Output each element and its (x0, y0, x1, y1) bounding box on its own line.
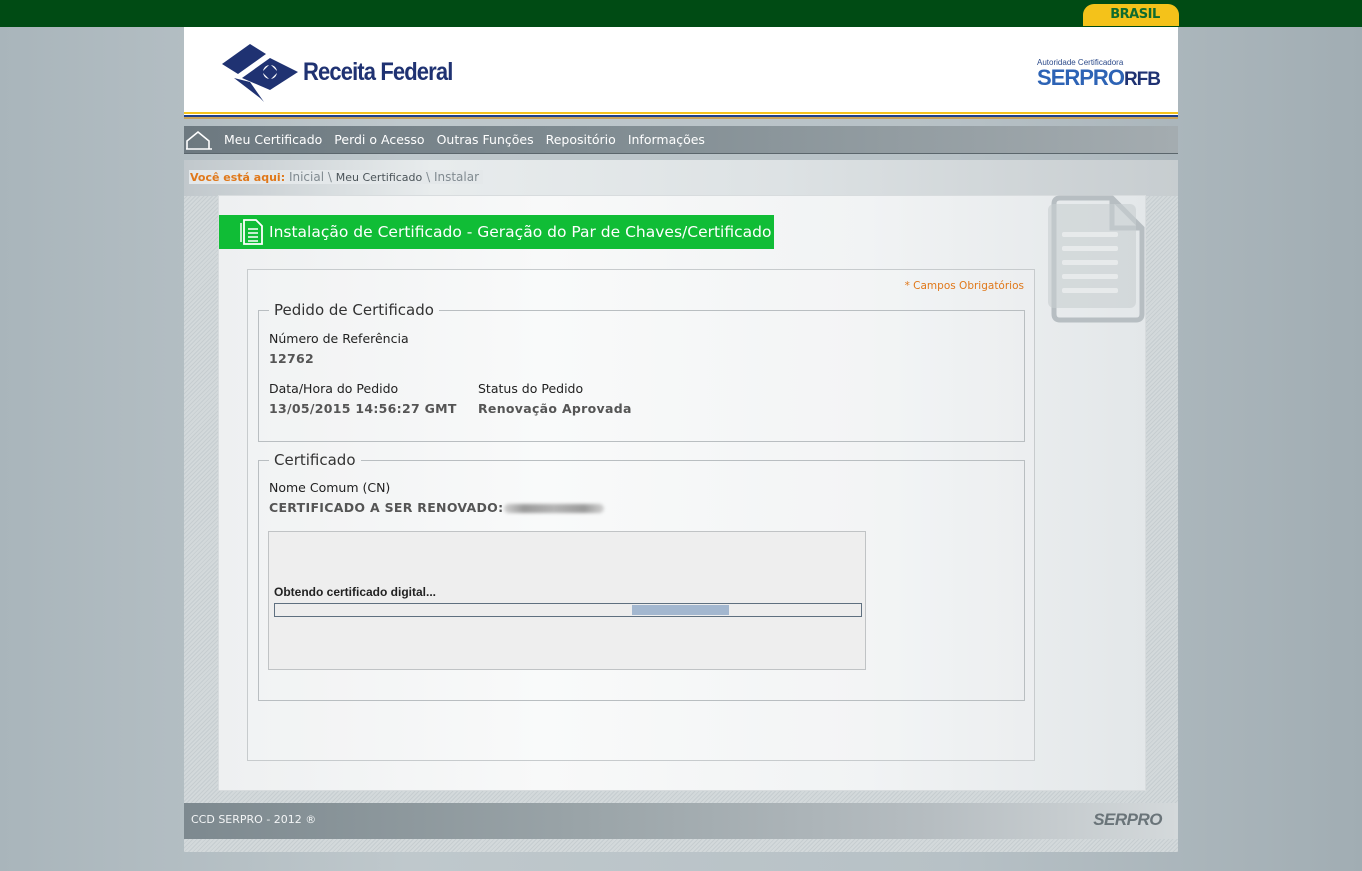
header-stripe (184, 112, 1178, 119)
breadcrumb-item-inicial[interactable]: Inicial (289, 170, 324, 184)
progress-bar-fill (632, 605, 730, 615)
date-label: Data/Hora do Pedido (269, 381, 399, 396)
cn-value: CERTIFICADO A SER RENOVADO: (269, 500, 605, 515)
date-value: 13/05/2015 14:56:27 GMT (269, 401, 457, 416)
nav-item-outras-funcoes[interactable]: Outras Funções (437, 126, 534, 154)
ref-label: Número de Referência (269, 331, 409, 346)
nav-item-meu-certificado[interactable]: Meu Certificado (224, 126, 322, 154)
breadcrumb-item-instalar: Instalar (433, 170, 480, 184)
redacted-name (504, 504, 605, 513)
cn-label: Nome Comum (CN) (269, 480, 391, 495)
ref-value: 12762 (269, 351, 314, 366)
serpro-rfb-logo: Autoridade Certificadora SERPRORFB (1037, 58, 1161, 91)
breadcrumb-separator: \ (327, 170, 332, 184)
document-watermark-icon (1048, 195, 1145, 323)
breadcrumb-bar: Você está aqui: Inicial \ Meu Certificad… (184, 160, 1178, 196)
java-applet-panel: Obtendo certificado digital... (268, 531, 866, 670)
cn-value-text: CERTIFICADO A SER RENOVADO: (269, 500, 504, 515)
applet-status-text: Obtendo certificado digital... (274, 585, 437, 599)
ac-brand-suffix: RFB (1123, 69, 1161, 90)
breadcrumb-item-meu-certificado[interactable]: Meu Certificado (336, 171, 423, 184)
footer-copyright: CCD SERPRO - 2012 ® (191, 813, 317, 826)
receita-federal-logo-icon[interactable] (220, 42, 300, 104)
document-icon (240, 219, 263, 245)
content-wrapper: Você está aqui: Inicial \ Meu Certificad… (184, 160, 1178, 852)
page-title-text: Instalação de Certificado - Geração do P… (269, 223, 772, 241)
home-icon[interactable] (186, 129, 212, 151)
pedido-legend: Pedido de Certificado (274, 301, 434, 319)
breadcrumb: Você está aqui: Inicial \ Meu Certificad… (189, 170, 484, 184)
serpro-footer-logo: SERPRO (1093, 810, 1162, 829)
certificado-legend: Certificado (274, 451, 356, 469)
progress-bar (274, 603, 862, 617)
breadcrumb-label: Você está aqui: (190, 171, 286, 184)
receita-federal-logo-text: Receita Federal (303, 58, 453, 86)
breadcrumb-separator: \ (426, 170, 431, 184)
brasil-link[interactable]: BRASIL (1083, 4, 1179, 26)
page-title: Instalação de Certificado - Geração do P… (219, 215, 774, 249)
status-value: Renovação Aprovada (478, 401, 632, 416)
required-fields-note: * Campos Obrigatórios (904, 280, 1024, 292)
status-label: Status do Pedido (478, 381, 584, 396)
footer: CCD SERPRO - 2012 ® SERPRO (184, 803, 1178, 839)
pedido-fieldset: Pedido de Certificado (258, 301, 1025, 442)
nav-item-repositorio[interactable]: Repositório (546, 126, 616, 154)
ac-brand: SERPRO (1037, 65, 1125, 90)
nav-item-informacoes[interactable]: Informações (628, 126, 705, 154)
main-nav: Meu Certificado Perdi o Acesso Outras Fu… (184, 126, 1178, 154)
nav-item-perdi-o-acesso[interactable]: Perdi o Acesso (334, 126, 424, 154)
